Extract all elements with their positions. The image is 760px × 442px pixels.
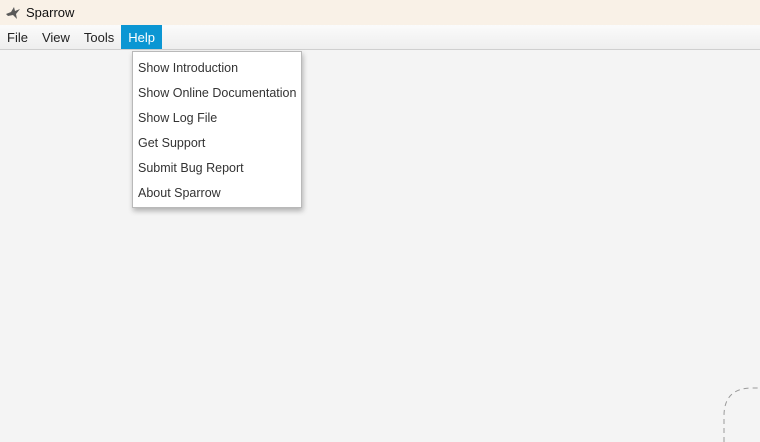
menu-help[interactable]: Help bbox=[121, 25, 163, 49]
menu-tools[interactable]: Tools bbox=[77, 25, 121, 49]
menu-item-get-support[interactable]: Get Support bbox=[133, 131, 301, 156]
window-title: Sparrow bbox=[26, 5, 75, 20]
menu-file[interactable]: File bbox=[0, 25, 35, 49]
menu-item-show-online-documentation[interactable]: Show Online Documentation bbox=[133, 81, 301, 106]
menu-item-about-sparrow[interactable]: About Sparrow bbox=[133, 181, 301, 206]
menu-item-show-introduction[interactable]: Show Introduction bbox=[133, 56, 301, 81]
dashed-corner-placeholder bbox=[723, 387, 760, 442]
title-bar: Sparrow bbox=[0, 0, 760, 25]
menu-view[interactable]: View bbox=[35, 25, 77, 49]
menu-item-show-log-file[interactable]: Show Log File bbox=[133, 106, 301, 131]
bird-icon bbox=[5, 5, 21, 21]
menu-item-submit-bug-report[interactable]: Submit Bug Report bbox=[133, 156, 301, 181]
menu-bar: File View Tools Help bbox=[0, 25, 760, 50]
help-dropdown-menu: Show Introduction Show Online Documentat… bbox=[132, 51, 302, 208]
